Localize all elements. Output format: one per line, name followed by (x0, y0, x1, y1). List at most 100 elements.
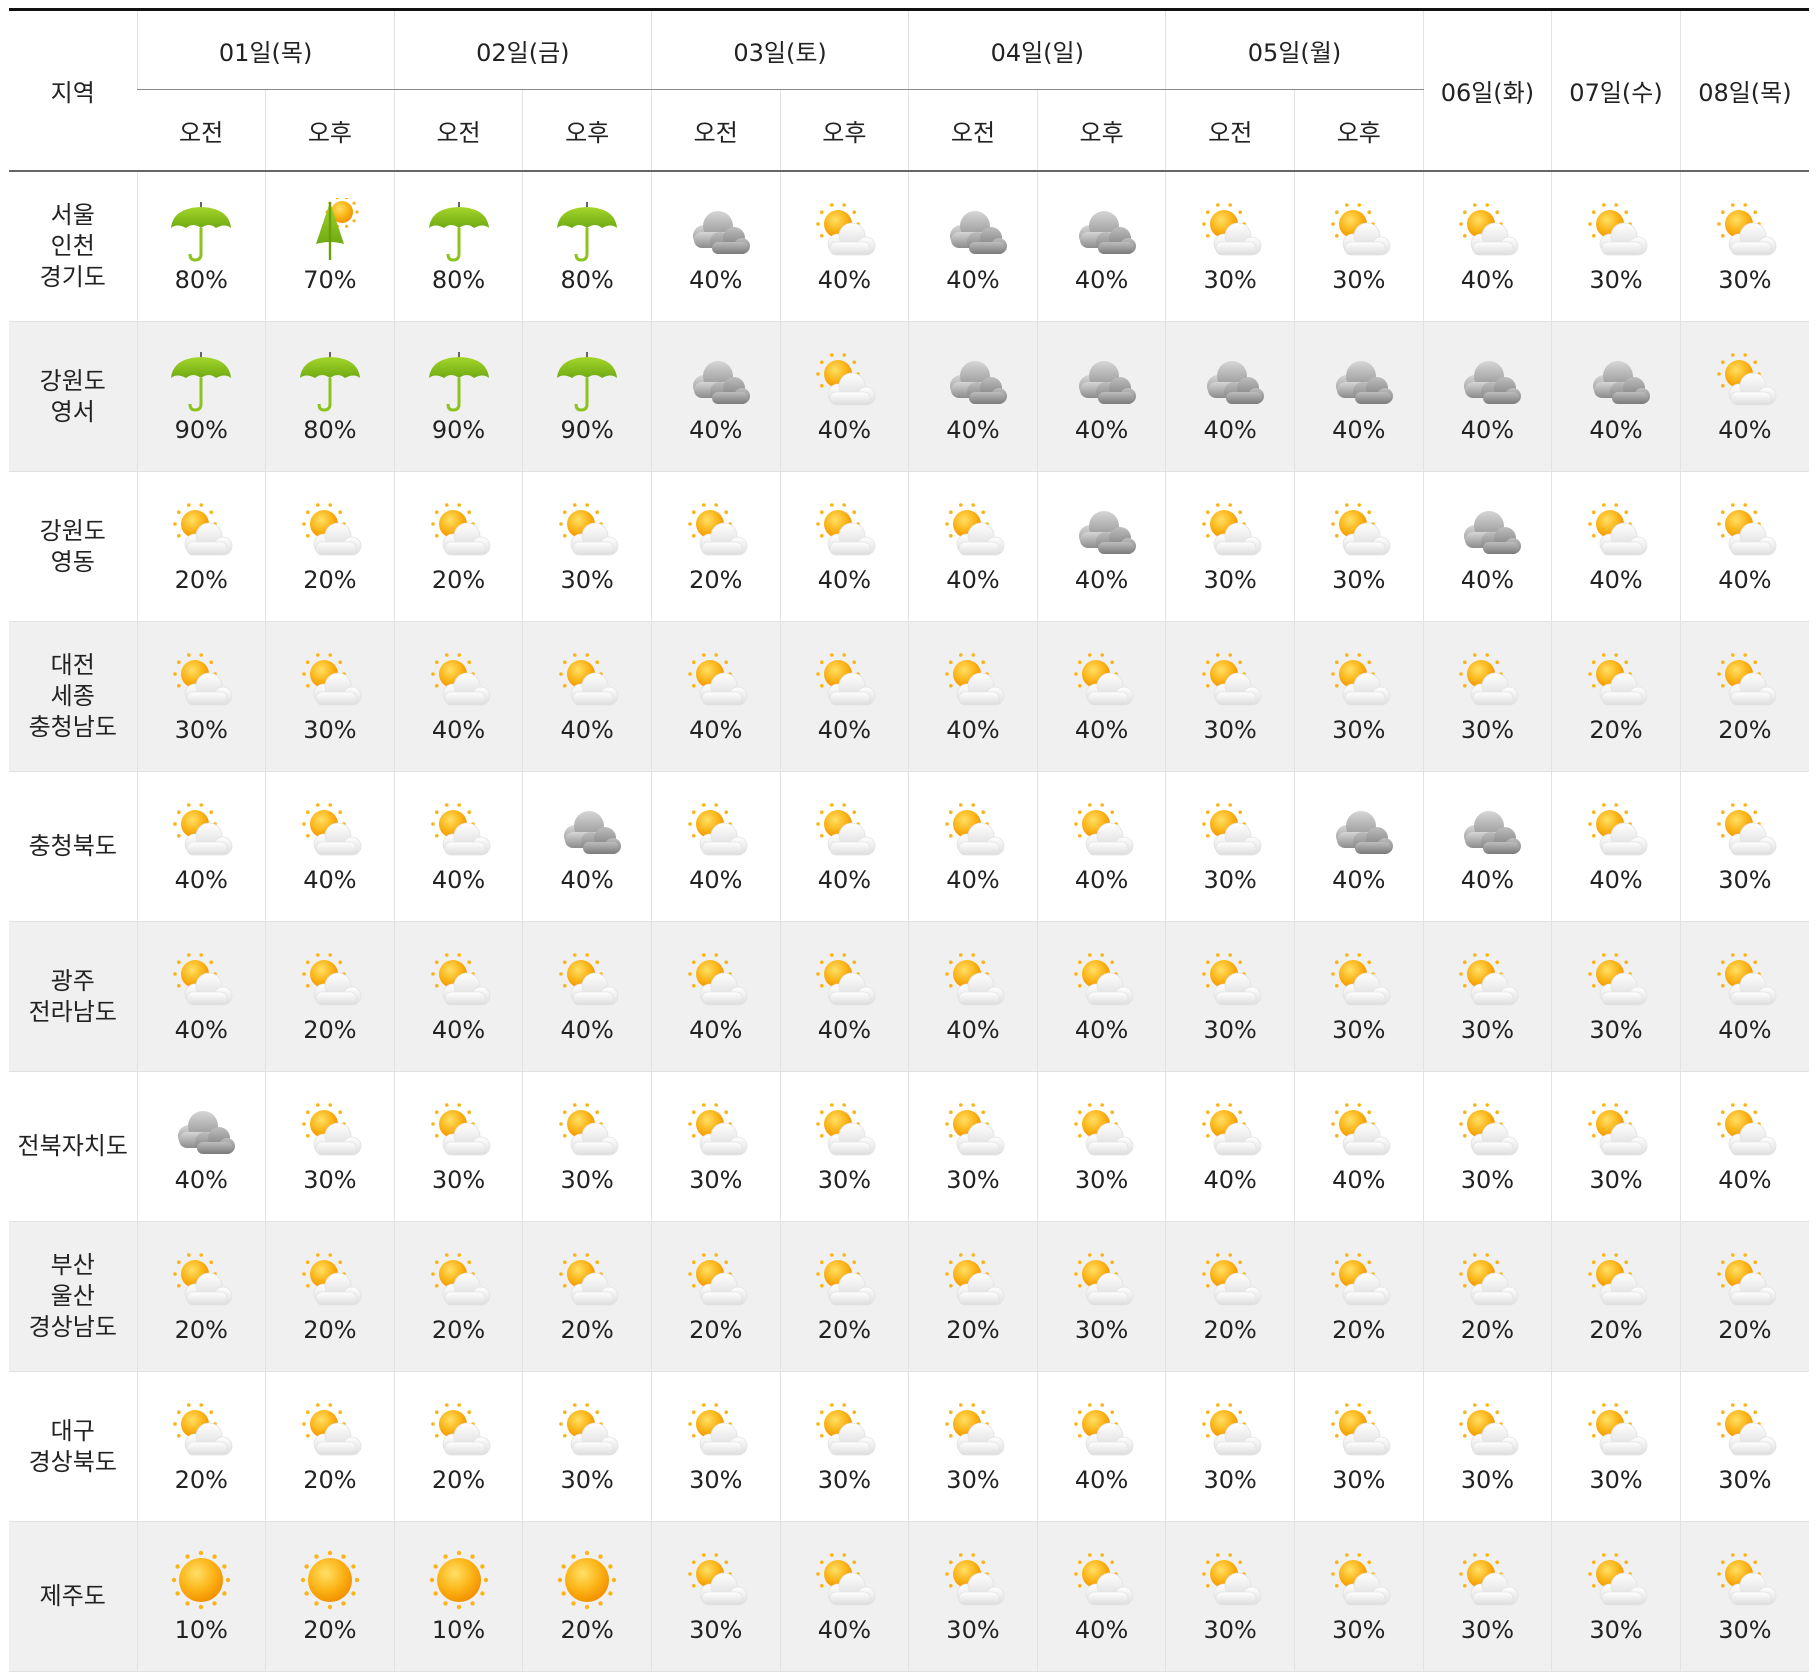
partly-cloudy-icon (816, 653, 876, 706)
precip-probability: 20% (1718, 1316, 1772, 1344)
forecast-cell: 20% (393, 471, 523, 622)
partly-cloudy-icon (945, 953, 1005, 1006)
sunny-icon (300, 1550, 360, 1610)
forecast-cell: 30% (1551, 921, 1681, 1072)
partly-cloudy-icon (816, 1103, 876, 1156)
precip-probability: 40% (174, 1166, 228, 1194)
umbrella-sun-icon (315, 198, 359, 260)
forecast-cell: 40% (1036, 171, 1166, 322)
precip-probability: 40% (946, 416, 1000, 444)
table-body: 서울 인천 경기도 80% 70% 80% 80% 40% 40% 40% 40… (9, 171, 1809, 1672)
partly-cloudy-icon (1459, 203, 1519, 256)
precip-probability: 40% (1332, 866, 1386, 894)
forecast-cell: 20% (393, 1371, 523, 1522)
table-row: 부산 울산 경상남도 20% 20% 20% 20% 20% 20% 20% 3… (9, 1221, 1809, 1372)
forecast-cell: 40% (650, 171, 781, 322)
forecast-cell: 40% (908, 921, 1038, 1072)
partly-cloudy-icon (1459, 1553, 1519, 1606)
partly-cloudy-icon (1717, 353, 1777, 406)
partly-cloudy-icon (816, 203, 876, 256)
forecast-cell: 20% (522, 1521, 652, 1672)
partly-cloudy-icon (430, 1403, 490, 1456)
partly-cloudy-icon (430, 1253, 490, 1306)
partly-cloudy-icon (1717, 503, 1777, 556)
forecast-cell: 40% (1036, 1371, 1166, 1522)
precip-probability: 30% (1074, 1166, 1129, 1194)
cloudy-icon (178, 1111, 236, 1154)
precip-probability: 20% (1589, 1316, 1643, 1344)
forecast-cell: 30% (779, 1371, 909, 1522)
precip-probability: 40% (817, 1616, 872, 1644)
partly-cloudy-icon (1330, 1553, 1391, 1606)
region-header: 지역 (9, 9, 138, 172)
forecast-cell: 40% (1551, 471, 1681, 622)
partly-cloudy-icon (945, 1253, 1005, 1306)
forecast-cell: 30% (1551, 1521, 1681, 1672)
forecast-cell: 40% (1422, 771, 1552, 922)
partly-cloudy-icon (1202, 653, 1262, 706)
forecast-cell: 20% (650, 471, 781, 622)
precip-probability: 30% (1460, 1166, 1515, 1194)
precip-probability: 80% (174, 266, 228, 294)
forecast-cell: 30% (650, 1521, 781, 1672)
forecast-cell: 40% (908, 771, 1038, 922)
forecast-cell: 40% (779, 321, 909, 472)
region-name: 서울 인천 경기도 (9, 171, 138, 322)
precip-probability: 40% (817, 566, 872, 594)
cloudy-icon (1078, 211, 1136, 254)
precip-probability: 20% (174, 1316, 228, 1344)
partly-cloudy-icon (430, 953, 490, 1006)
precip-probability: 40% (817, 416, 872, 444)
partly-cloudy-icon (687, 1253, 748, 1306)
forecast-cell: 30% (1422, 1371, 1552, 1522)
precip-probability: 30% (689, 1616, 743, 1644)
forecast-cell: 20% (908, 1221, 1038, 1372)
forecast-cell: 30% (1422, 1071, 1552, 1222)
table-header: 지역 01일(목) 02일(금) 03일(토) 04일(일) 05일(월) 06일(화) 07… (9, 9, 1809, 172)
precip-probability: 30% (174, 716, 228, 744)
cloudy-icon (949, 211, 1007, 254)
precip-probability: 40% (1718, 1016, 1772, 1044)
precip-probability: 40% (689, 1016, 743, 1044)
precip-probability: 30% (1589, 1016, 1643, 1044)
precip-probability: 40% (1460, 266, 1515, 294)
partly-cloudy-icon (1073, 803, 1133, 856)
partly-cloudy-icon (1073, 1253, 1133, 1306)
partly-cloudy-icon (430, 803, 490, 856)
forecast-cell: 40% (1036, 1521, 1166, 1672)
partly-cloudy-icon (687, 653, 748, 706)
partly-cloudy-icon (1330, 953, 1391, 1006)
forecast-cell: 40% (522, 621, 652, 772)
am-header: 오전 (393, 89, 523, 172)
partly-cloudy-icon (945, 653, 1005, 706)
partly-cloudy-icon (302, 1403, 362, 1456)
forecast-cell: 30% (1165, 771, 1295, 922)
forecast-cell: 40% (779, 621, 909, 772)
forecast-cell: 20% (393, 1221, 523, 1372)
partly-cloudy-icon (1717, 953, 1777, 1006)
precip-probability: 30% (560, 1466, 614, 1494)
forecast-cell: 20% (265, 921, 395, 1072)
partly-cloudy-icon (1202, 803, 1262, 856)
partly-cloudy-icon (816, 803, 876, 856)
umbrella-icon (557, 202, 618, 262)
precip-probability: 30% (1203, 716, 1257, 744)
forecast-cell: 20% (136, 1371, 266, 1522)
precip-probability: 20% (431, 1316, 486, 1344)
forecast-cell: 30% (265, 1071, 395, 1222)
precip-probability: 20% (174, 566, 228, 594)
forecast-cell: 30% (265, 621, 395, 772)
precip-probability: 40% (817, 716, 872, 744)
forecast-cell: 20% (265, 1371, 395, 1522)
pm-header: 오후 (1036, 89, 1166, 172)
precip-probability: 40% (1589, 866, 1643, 894)
precip-probability: 30% (1332, 266, 1386, 294)
precip-probability: 40% (1460, 866, 1515, 894)
partly-cloudy-icon (173, 1253, 233, 1306)
forecast-cell: 40% (1036, 921, 1166, 1072)
umbrella-icon (428, 352, 489, 412)
region-name: 충청북도 (9, 771, 138, 922)
forecast-cell: 30% (1294, 471, 1424, 622)
table-row: 광주 전라남도 40% 20% 40% 40% 40% 40% 40% 40% … (9, 921, 1809, 1072)
pm-header: 오후 (522, 89, 652, 172)
